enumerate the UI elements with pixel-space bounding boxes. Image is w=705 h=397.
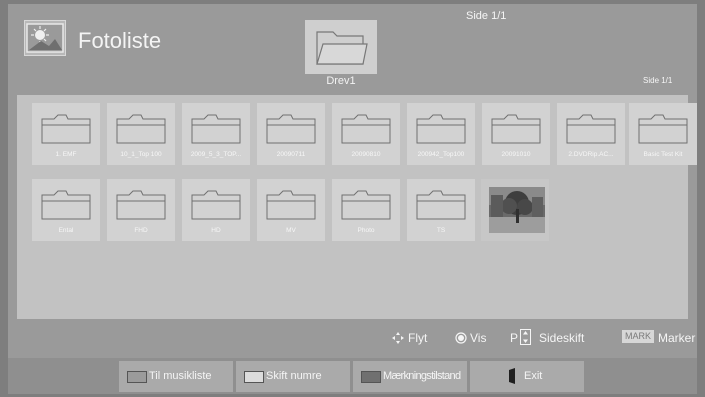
folder-tile[interactable]: Photo (332, 179, 400, 241)
folder-label: MV (286, 227, 296, 234)
folder-icon (341, 114, 391, 144)
to-music-list-label: Til musikliste (149, 370, 212, 382)
exit-door-icon (509, 368, 515, 384)
folder-tile[interactable]: 10_1_Top 100 (107, 103, 175, 165)
hint-mark: Marker (658, 331, 696, 345)
folder-label: 1. EMF (55, 151, 77, 158)
photo-list-icon (24, 20, 66, 56)
folder-tile[interactable]: Basic Test Kit (629, 103, 697, 165)
page-title: Fotoliste (78, 28, 162, 53)
folder-label: HD (211, 227, 221, 234)
hint-page-prefix: P (510, 331, 519, 345)
folder-tile[interactable]: MV (257, 179, 325, 241)
folder-label: FHD (134, 227, 148, 234)
folder-icon (638, 114, 688, 144)
hint-view: Vis (470, 331, 487, 345)
folder-label: 20090810 (351, 151, 381, 158)
folder-label: 10_1_Top 100 (120, 151, 162, 158)
folder-icon (191, 114, 241, 144)
folder-icon (116, 114, 166, 144)
folder-label: 2.DVDRip.AC... (568, 151, 614, 158)
folder-tile[interactable]: HD (182, 179, 250, 241)
photo-thumbnail (489, 187, 545, 233)
control-hints: Flyt Vis P Sideskift MARK Marker (8, 324, 697, 358)
folder-tile[interactable]: 2.DVDRip.AC... (557, 103, 625, 165)
folder-tile[interactable]: 200942_Top100 (407, 103, 475, 165)
folder-icon (266, 190, 316, 220)
folder-icon (491, 114, 541, 144)
page-up-down-icon (520, 329, 531, 345)
green-key-icon (244, 371, 264, 383)
mark-mode-button[interactable]: Mærkningstilstand (353, 361, 467, 392)
yellow-key-icon (361, 371, 381, 383)
hint-move: Flyt (408, 331, 428, 345)
folder-icon (416, 114, 466, 144)
folder-label: Basic Test Kit (643, 151, 683, 158)
folder-label: TS (436, 227, 446, 234)
folder-tile[interactable]: 20090711 (257, 103, 325, 165)
folder-icon (266, 114, 316, 144)
exit-button[interactable]: Exit (470, 361, 584, 392)
folder-tile[interactable]: 1. EMF (32, 103, 100, 165)
folder-icon (341, 190, 391, 220)
move-arrows-icon (392, 332, 404, 344)
mark-mode-label: Mærkningstilstand (383, 370, 461, 382)
page-indicator: Side 1/1 (643, 76, 673, 85)
to-music-list-button[interactable]: Til musikliste (119, 361, 233, 392)
hint-page-switch: Sideskift (539, 331, 585, 345)
folder-icon (41, 190, 91, 220)
ok-button-icon (455, 332, 467, 344)
photo-tile[interactable] (481, 179, 549, 241)
folder-tile[interactable]: FHD (107, 179, 175, 241)
folder-label: 20090711 (276, 151, 306, 158)
red-key-icon (127, 371, 147, 383)
bottom-bar: Til musikliste Skift numre Mærkningstils… (8, 358, 697, 394)
folder-label: Photo (357, 227, 375, 234)
folder-tile[interactable]: TS (407, 179, 475, 241)
folder-icon (116, 190, 166, 220)
folder-label: Ental (58, 227, 74, 234)
folder-icon (566, 114, 616, 144)
top-page-indicator: Side 1/1 (466, 10, 507, 22)
folder-tile[interactable]: 20091010 (482, 103, 550, 165)
exit-label: Exit (524, 370, 543, 382)
drive-label: Drev1 (326, 75, 356, 87)
folder-tile[interactable]: 2009_5_3_TOP... (182, 103, 250, 165)
folder-icon (416, 190, 466, 220)
folder-label: 20091010 (501, 151, 531, 158)
drive-folder-icon[interactable] (305, 20, 377, 74)
mark-key-badge: MARK (622, 330, 654, 343)
folder-icon (191, 190, 241, 220)
folder-tile[interactable]: 20090810 (332, 103, 400, 165)
switch-numbers-button[interactable]: Skift numre (236, 361, 350, 392)
folder-label: 200942_Top100 (417, 151, 465, 158)
folder-icon (41, 114, 91, 144)
switch-numbers-label: Skift numre (266, 370, 322, 382)
folder-tile[interactable]: Ental (32, 179, 100, 241)
folder-label: 2009_5_3_TOP... (190, 151, 242, 158)
